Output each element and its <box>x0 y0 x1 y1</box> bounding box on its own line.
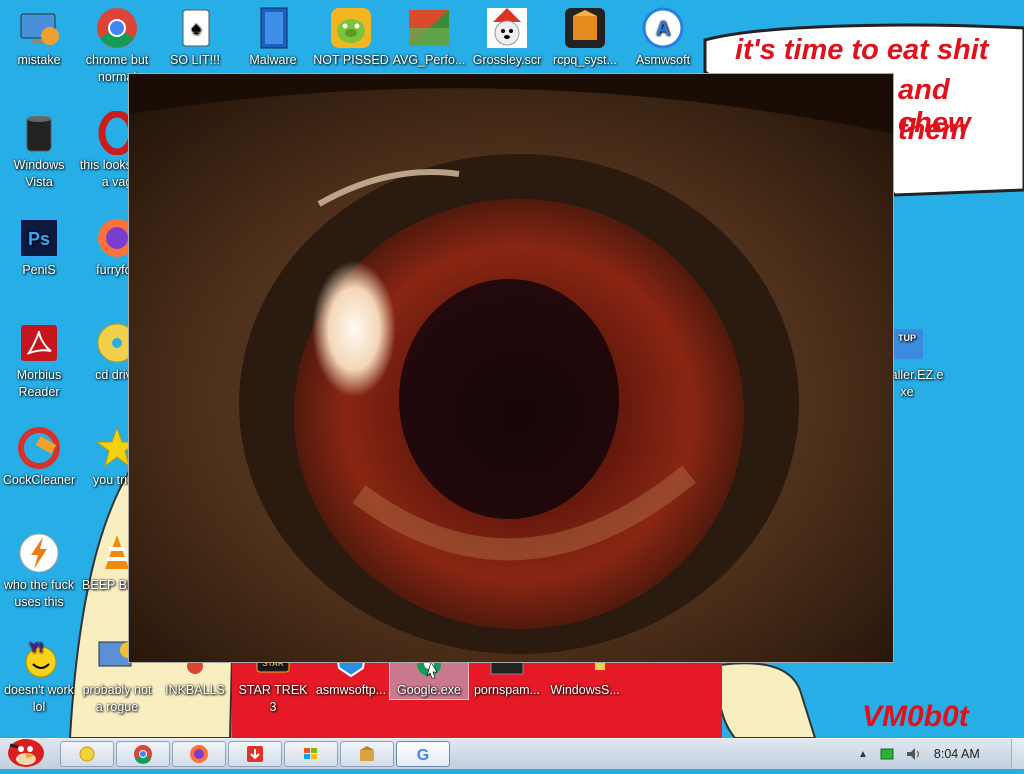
speech-line-3: them <box>898 114 968 146</box>
svg-text:Ps: Ps <box>28 229 50 249</box>
pdf-reader-icon <box>17 321 61 365</box>
svg-text:G: G <box>417 747 429 764</box>
svg-text:♠: ♠ <box>191 18 201 38</box>
desktop-icon-so-lit[interactable]: ♠ SO LIT!!! <box>156 0 234 69</box>
network-icon[interactable] <box>880 747 894 761</box>
cube-icon <box>563 6 607 50</box>
angry-bird-start-button[interactable] <box>2 731 48 769</box>
playing-card-icon: ♠ <box>173 6 217 50</box>
taskbar-google[interactable]: G <box>396 741 450 767</box>
desktop-icon-malware[interactable]: Malware <box>234 0 312 69</box>
speaker-icon[interactable] <box>906 747 922 761</box>
taskbar-windows-app[interactable] <box>284 741 338 767</box>
taskbar-explorer[interactable] <box>60 741 114 767</box>
speech-line-1: it's time to eat shit <box>735 34 989 66</box>
desktop-icon-photoshop[interactable]: Ps PeniS <box>0 210 78 279</box>
svg-text:A: A <box>656 18 670 40</box>
show-desktop-button[interactable] <box>1011 739 1024 769</box>
computer-icon <box>17 6 61 50</box>
taskbar: G ▲ 8:04 AM <box>0 738 1024 769</box>
desktop-icon-mistake[interactable]: mistake <box>0 0 78 69</box>
desktop-icon-asmwsoft[interactable]: A Asmwsoft <box>624 0 702 69</box>
yahoo-smiley-icon: Y! <box>17 636 61 680</box>
system-tray: ▲ 8:04 AM <box>858 739 980 769</box>
windows-flag-icon <box>304 748 317 759</box>
letter-a-icon: A <box>641 6 685 50</box>
folder-icon <box>79 746 95 762</box>
lightning-icon <box>17 531 61 575</box>
download-icon <box>247 746 263 762</box>
eye-image-window[interactable] <box>128 73 894 663</box>
avg-icon <box>407 6 451 50</box>
desktop-icon-ccleaner[interactable]: CockCleaner <box>0 420 78 489</box>
ccleaner-icon <box>17 426 61 470</box>
santa-dog-icon <box>485 6 529 50</box>
desktop-icon-windows-vista[interactable]: Windows Vista <box>0 105 78 191</box>
desktop-icon-not-pissed[interactable]: NOT PISSED <box>312 0 390 69</box>
photoshop-icon: Ps <box>17 216 61 260</box>
trash-bin-icon <box>17 111 61 155</box>
desktop-icon-avg[interactable]: AVG_Perfo... <box>390 0 468 69</box>
desktop-icon-winamp[interactable]: who the fuck uses this <box>0 525 78 611</box>
chrome-icon <box>95 6 139 50</box>
taskbar-downloader[interactable] <box>228 741 282 767</box>
green-pig-icon <box>329 6 373 50</box>
blue-panel-icon <box>251 6 295 50</box>
package-icon <box>360 746 374 761</box>
desktop-icon-grossley[interactable]: Grossley.scr <box>468 0 546 69</box>
clock[interactable]: 8:04 AM <box>934 747 980 761</box>
google-icon: G <box>417 747 429 764</box>
taskbar-package[interactable] <box>340 741 394 767</box>
close-up-eye-image <box>129 74 893 662</box>
signature: VM0b0t <box>862 700 969 733</box>
taskbar-firefox[interactable] <box>172 741 226 767</box>
svg-text:Y!: Y! <box>29 639 43 655</box>
desktop-icon-rcpq[interactable]: rcpq_syst... <box>546 0 624 69</box>
desktop-icon-yahoo[interactable]: Y! doesn't work lol <box>0 630 78 716</box>
desktop-icon-morbius[interactable]: Morbius Reader <box>0 315 78 401</box>
firefox-icon <box>190 745 208 763</box>
show-hidden-icons-arrow-icon[interactable]: ▲ <box>858 749 868 760</box>
chrome-icon <box>134 745 152 764</box>
desktop: it's time to eat shit and chew them VM0b… <box>0 0 1024 738</box>
taskbar-chrome[interactable] <box>116 741 170 767</box>
svg-text:TUP: TUP <box>898 333 916 343</box>
